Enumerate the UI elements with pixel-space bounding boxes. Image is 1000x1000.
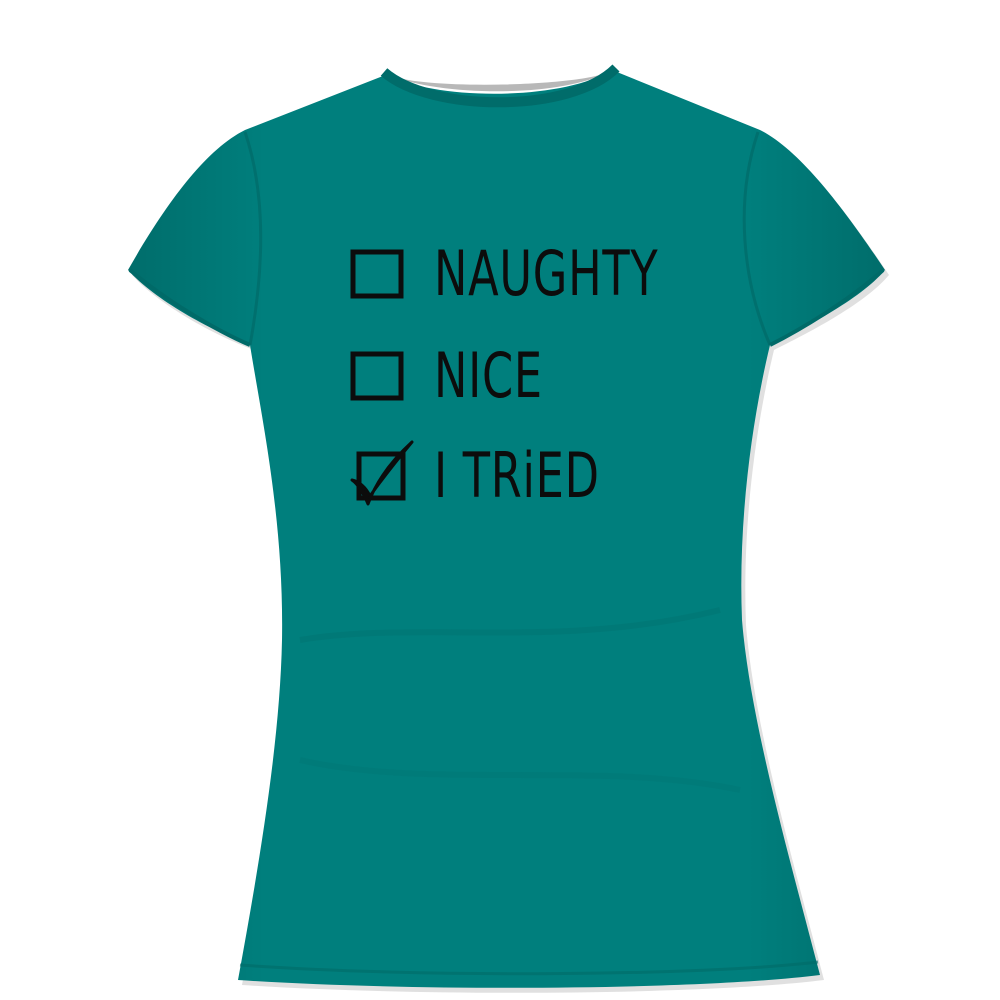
shirt-print: NAUGHTY NICE I TRiED [350,228,680,538]
checklist-label: NAUGHTY [434,237,659,310]
checklist-item-naughty: NAUGHTY [350,234,746,314]
empty-checkbox-icon [350,248,404,300]
checked-checkbox-icon [350,440,414,506]
checklist-item-i-tried: I TRiED [350,436,664,516]
checklist-item-nice: NICE [350,336,585,416]
checklist-label: I TRiED [434,439,600,512]
empty-checkbox-icon [350,350,404,402]
checklist-label: NICE [434,339,543,412]
product-photo: NAUGHTY NICE I TRiED [0,0,1000,1000]
